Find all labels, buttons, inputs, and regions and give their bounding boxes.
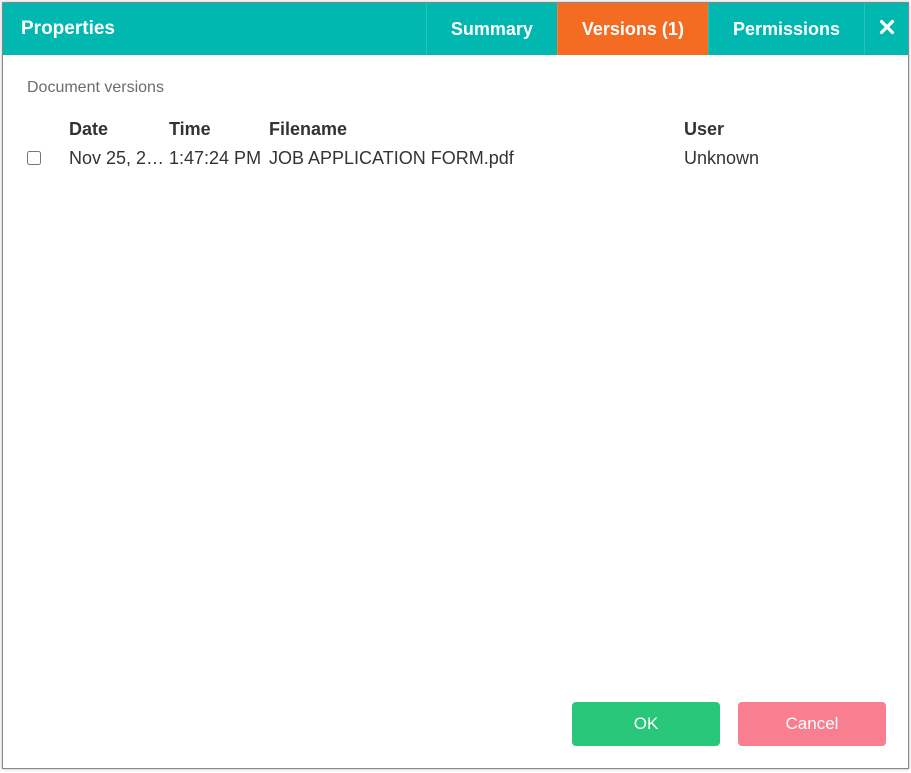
tab-versions[interactable]: Versions (1) <box>557 3 708 55</box>
close-button[interactable] <box>864 3 908 55</box>
ok-button[interactable]: OK <box>572 702 720 746</box>
dialog-content: Document versions Date Time Filename Use… <box>3 55 908 684</box>
cancel-button[interactable]: Cancel <box>738 702 886 746</box>
tab-permissions[interactable]: Permissions <box>708 3 864 55</box>
row-time: 1:47:24 PM <box>169 144 269 173</box>
row-checkbox[interactable] <box>27 151 41 165</box>
versions-table: Date Time Filename User Nov 25, 2… 1:47:… <box>27 115 884 173</box>
column-header-user: User <box>684 115 884 144</box>
table-header-row: Date Time Filename User <box>27 115 884 144</box>
close-icon <box>879 19 895 40</box>
column-header-filename: Filename <box>269 115 684 144</box>
table-row: Nov 25, 2… 1:47:24 PM JOB APPLICATION FO… <box>27 144 884 173</box>
section-title: Document versions <box>27 79 884 97</box>
dialog-title: Properties <box>3 3 426 55</box>
column-header-date: Date <box>69 115 169 144</box>
dialog-header: Properties Summary Versions (1) Permissi… <box>3 3 908 55</box>
row-filename: JOB APPLICATION FORM.pdf <box>269 144 684 173</box>
row-date: Nov 25, 2… <box>69 144 169 173</box>
row-checkbox-cell <box>27 151 69 165</box>
row-user: Unknown <box>684 144 884 173</box>
dialog-footer: OK Cancel <box>3 684 908 768</box>
column-header-time: Time <box>169 115 269 144</box>
properties-dialog: Properties Summary Versions (1) Permissi… <box>2 2 909 769</box>
tab-summary[interactable]: Summary <box>426 3 557 55</box>
